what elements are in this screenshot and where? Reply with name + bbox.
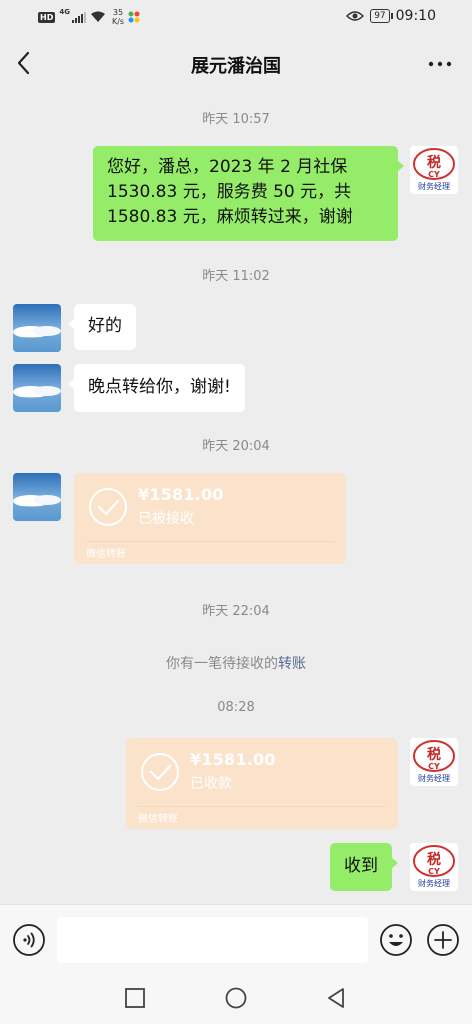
- speed-value: 35: [112, 8, 124, 17]
- timestamp: 昨天 11:02: [202, 269, 270, 284]
- transfer-amount: ¥1581.00: [190, 750, 276, 769]
- emoji-icon: [380, 924, 412, 956]
- emoji-button[interactable]: [379, 923, 413, 957]
- transfer-card[interactable]: ¥1581.00 已被接收 微信转账: [74, 473, 346, 564]
- chat-title: 展元潘治国: [191, 56, 281, 77]
- svg-text:财务经理: 财务经理: [418, 878, 450, 888]
- home-button[interactable]: [225, 987, 247, 1009]
- avatar-other[interactable]: [13, 364, 61, 412]
- status-left: HD 4G 35 K/s: [38, 8, 140, 26]
- avatar-other[interactable]: [13, 473, 61, 521]
- avatar-me[interactable]: 税 CY 财务经理: [410, 738, 458, 786]
- more-button[interactable]: [428, 54, 452, 74]
- transfer-amount: ¥1581.00: [138, 485, 224, 504]
- circle-icon: [225, 987, 247, 1009]
- timestamp: 昨天 22:04: [202, 604, 270, 619]
- sky-cloud-avatar-icon: [13, 304, 61, 352]
- svg-text:税: 税: [427, 154, 441, 171]
- svg-text:CY: CY: [428, 867, 440, 876]
- svg-text:税: 税: [427, 746, 441, 763]
- message-text: 好的: [88, 316, 122, 336]
- network-speed: 35 K/s: [112, 8, 124, 26]
- voice-button[interactable]: [12, 923, 46, 957]
- check-circle-icon: [89, 488, 127, 526]
- message-text: 收到: [344, 856, 378, 876]
- timestamp: 08:28: [217, 700, 255, 715]
- avatar-me[interactable]: 税 CY 财务经理: [410, 843, 458, 891]
- svg-text:财务经理: 财务经理: [418, 773, 450, 783]
- recent-apps-button[interactable]: [125, 988, 145, 1008]
- svg-text:财务经理: 财务经理: [418, 181, 450, 191]
- message-bubble-other[interactable]: 晚点转给你，谢谢!: [68, 364, 245, 412]
- tax-logo-icon: 税 CY 财务经理: [410, 738, 458, 786]
- message-text: 晚点转给你，谢谢!: [88, 377, 231, 397]
- transfer-status: 已被接收: [138, 511, 194, 527]
- eye-icon: [346, 11, 365, 21]
- svg-text:CY: CY: [428, 170, 440, 179]
- timestamp: 昨天 10:57: [202, 112, 270, 127]
- timestamp: 昨天 20:04: [202, 439, 270, 454]
- transfer-link[interactable]: 转账: [278, 656, 306, 672]
- hd-badge: HD: [38, 11, 56, 23]
- app-notification-icon: [128, 11, 140, 23]
- system-back-button[interactable]: [325, 987, 347, 1009]
- transfer-label: 微信转账: [138, 814, 178, 825]
- sky-cloud-avatar-icon: [13, 364, 61, 412]
- divider: [86, 541, 334, 542]
- square-icon: [125, 988, 145, 1008]
- plus-icon: [427, 924, 459, 956]
- message-bubble-me[interactable]: 收到: [330, 843, 398, 891]
- transfer-status: 已收款: [190, 776, 232, 792]
- message-line: 1580.83 元，麻烦转过来，谢谢: [107, 207, 353, 227]
- plus-button[interactable]: [426, 923, 460, 957]
- message-line: 1530.83 元，服务费 50 元，共: [107, 182, 352, 202]
- status-bar: HD 4G 35 K/s 97 09:10: [0, 0, 472, 36]
- battery-icon: 97: [370, 9, 394, 23]
- check-circle-icon: [141, 753, 179, 791]
- system-note: 你有一笔待接收的转账: [0, 653, 472, 673]
- transfer-card[interactable]: ¥1581.00 已收款 微信转账: [126, 738, 398, 829]
- avatar-other[interactable]: [13, 304, 61, 352]
- system-navigation: [0, 972, 472, 1024]
- wifi-icon: [90, 11, 105, 22]
- message-input[interactable]: [57, 917, 368, 963]
- svg-text:税: 税: [427, 851, 441, 868]
- chat-header: 展元潘治国: [0, 36, 472, 92]
- clock: 09:10: [395, 8, 436, 24]
- tax-logo-icon: 税 CY 财务经理: [410, 146, 458, 194]
- system-note-text: 你有一笔待接收的: [166, 656, 278, 672]
- signal-icon: [71, 11, 86, 23]
- message-bubble-me[interactable]: 您好，潘总，2023 年 2 月社保 1530.83 元，服务费 50 元，共 …: [93, 146, 404, 241]
- speed-unit: K/s: [111, 17, 125, 26]
- status-right: 97 09:10: [346, 8, 436, 24]
- triangle-back-icon: [328, 988, 344, 1008]
- input-bar: [0, 904, 472, 973]
- tax-logo-icon: 税 CY 财务经理: [410, 843, 458, 891]
- message-line: 您好，潘总，2023 年 2 月社保: [107, 157, 348, 177]
- sky-cloud-avatar-icon: [13, 473, 61, 521]
- avatar-me[interactable]: 税 CY 财务经理: [410, 146, 458, 194]
- transfer-label: 微信转账: [86, 549, 126, 560]
- message-bubble-other[interactable]: 好的: [68, 304, 136, 350]
- divider: [138, 806, 386, 807]
- svg-text:CY: CY: [428, 762, 440, 771]
- network-type: 4G: [59, 8, 70, 16]
- voice-icon: [13, 924, 45, 956]
- more-dots-icon: [428, 61, 452, 67]
